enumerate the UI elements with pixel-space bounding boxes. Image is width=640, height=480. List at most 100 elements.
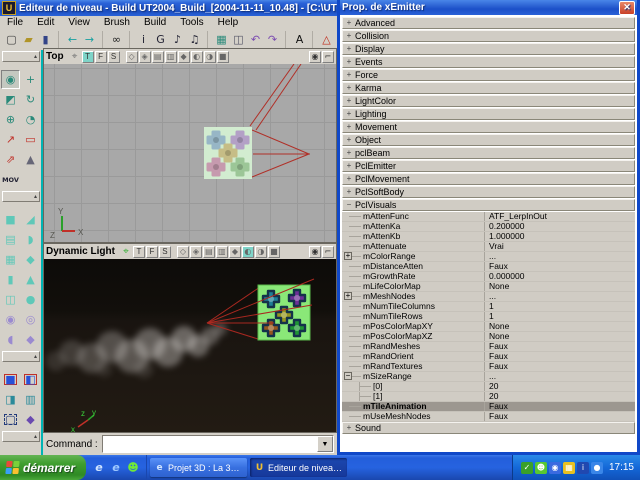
render-mode-bsp-cuts-button[interactable]: ▥ (165, 51, 177, 63)
expand-icon[interactable]: − (344, 372, 352, 380)
brush-rotate-button[interactable]: ↻ (21, 90, 40, 109)
music-browser-button[interactable]: ♪ (169, 31, 186, 48)
dynamic-light-viewport-header[interactable]: Dynamic Light⌖TFS◇◈▤▥◆◐◑■◉⌐ (44, 244, 336, 259)
search-binoculars-button[interactable]: ∞ (108, 31, 125, 48)
render-mode-bsp-cuts-button[interactable]: ▥ (216, 246, 228, 258)
undo-button[interactable]: ↶ (247, 31, 264, 48)
csg-intersect-button[interactable]: ◨ (1, 390, 20, 409)
realtime-preview-button[interactable]: ◉ (309, 246, 321, 258)
brush-stairs-button[interactable]: ▤ (1, 230, 20, 249)
menu-view[interactable]: View (61, 17, 97, 28)
render-mode-lighting-only-button[interactable]: ◑ (255, 246, 267, 258)
viewport-size-f-button[interactable]: F (146, 246, 158, 258)
category-pclbeam[interactable]: +pclBeam (342, 147, 635, 159)
property-row[interactable]: mNumTileColumns1 (342, 302, 635, 312)
matinee-button[interactable]: MOV (1, 170, 20, 189)
property-row[interactable]: mNumTileRows1 (342, 312, 635, 322)
category-lighting[interactable]: +Lighting (342, 108, 635, 120)
brush-sphere-button[interactable]: ● (21, 290, 40, 309)
back-arrow-button[interactable]: ← (64, 31, 81, 48)
render-mode-wireframe-button[interactable]: ◇ (177, 246, 189, 258)
brush-cone-button[interactable]: ▲ (21, 270, 40, 289)
property-row[interactable]: mAttenFuncATF_LerpInOut (342, 212, 635, 222)
toolbox-divider-1[interactable]: ▴ (2, 191, 40, 202)
vertex-editing-button[interactable]: + (21, 70, 40, 89)
property-row[interactable]: mAttenuateVrai (342, 242, 635, 252)
brush-cylinder-button[interactable]: ▮ (1, 270, 20, 289)
category-pclvisuals[interactable]: −PclVisuals (342, 199, 635, 211)
property-row[interactable]: mAttenKb1.000000 (342, 232, 635, 242)
render-mode-zone-portal-button[interactable]: ◈ (139, 51, 151, 63)
toolbox-scroll-down[interactable]: ▴ (2, 431, 40, 442)
property-row[interactable]: +mMeshNodes... (342, 292, 635, 302)
expand-icon[interactable]: + (344, 292, 352, 300)
category-collision[interactable]: +Collision (342, 30, 635, 42)
category-karma[interactable]: +Karma (342, 82, 635, 94)
task-button-0[interactable]: eProjet 3D : La 3D acc... (150, 458, 247, 477)
property-row[interactable]: [1]20 (342, 392, 635, 402)
menu-build[interactable]: Build (137, 17, 173, 28)
menu-help[interactable]: Help (211, 17, 246, 28)
brush-extrude-button[interactable]: ◆ (21, 330, 40, 349)
render-mode-textured-button[interactable]: ◆ (178, 51, 190, 63)
brush-curved-stairs-button[interactable]: ◗ (21, 230, 40, 249)
csg-deintersect-button[interactable]: ▥ (21, 390, 40, 409)
close-icon[interactable]: ✕ (619, 1, 635, 15)
category-lightcolor[interactable]: +LightColor (342, 95, 635, 107)
property-row[interactable]: [0]20 (342, 382, 635, 392)
render-mode-depth-complexity-button[interactable]: ■ (268, 246, 280, 258)
save-button[interactable]: ▮ (37, 31, 54, 48)
task-button-1[interactable]: UEditeur de niveau - B... (250, 458, 347, 477)
open-folder-button[interactable]: ▰ (20, 31, 37, 48)
menu-edit[interactable]: Edit (30, 17, 61, 28)
camera-mode-button[interactable]: ◉ (1, 70, 20, 89)
category-force[interactable]: +Force (342, 69, 635, 81)
property-row[interactable]: −mSizeRange... (342, 372, 635, 382)
polygon-marquee-button[interactable]: ▭ (21, 130, 40, 149)
texture-browser-button[interactable]: ▦ (213, 31, 230, 48)
brush-sheet-button[interactable]: ◆ (21, 250, 40, 269)
redo-button[interactable]: ↷ (264, 31, 281, 48)
group-browser-button[interactable]: G (152, 31, 169, 48)
texture-rotate-button[interactable]: ◔ (21, 110, 40, 129)
security-center-tray-icon[interactable]: ✓ (521, 462, 533, 474)
property-row[interactable]: mGrowthRate0.000000 (342, 272, 635, 282)
pushpin-button[interactable]: ⌐ (322, 51, 334, 63)
mesh-browser-button[interactable]: ◫ (230, 31, 247, 48)
property-row[interactable]: mUseMeshNodesFaux (342, 412, 635, 422)
property-row[interactable]: mDistanceAttenFaux (342, 262, 635, 272)
render-mode-texture-usage-button[interactable]: ▤ (152, 51, 164, 63)
actor-classes-button[interactable]: A (291, 31, 308, 48)
category-movement[interactable]: +Movement (342, 121, 635, 133)
toolbox-divider-2[interactable]: ▴ (2, 351, 40, 362)
brush-scaling-button[interactable]: ◩ (1, 90, 20, 109)
render-mode-texture-usage-button[interactable]: ▤ (203, 246, 215, 258)
brush-torus-button[interactable]: ◎ (21, 310, 40, 329)
property-row[interactable]: mRandOrientFaux (342, 352, 635, 362)
render-mode-dynamic-light-button[interactable]: ◐ (242, 246, 254, 258)
viewport-size-t-button[interactable]: T (133, 246, 145, 258)
terrain-editing-button[interactable]: ▲ (21, 150, 40, 169)
new-file-button[interactable]: ▢ (3, 31, 20, 48)
category-display[interactable]: +Display (342, 43, 635, 55)
property-row[interactable]: mRandTexturesFaux (342, 362, 635, 372)
properties-title-bar[interactable]: Prop. de xEmitter ✕ (340, 0, 637, 15)
property-row[interactable]: mPosColorMapXYNone (342, 322, 635, 332)
render-mode-depth-complexity-button[interactable]: ■ (217, 51, 229, 63)
csg-subtract-button[interactable]: ◧ (21, 370, 40, 389)
category-pclsoftbody[interactable]: +PclSoftBody (342, 186, 635, 198)
command-input[interactable] (103, 438, 317, 450)
viewport-size-t-button[interactable]: T (82, 51, 94, 63)
property-row[interactable]: mRandMeshesFaux (342, 342, 635, 352)
render-mode-lighting-only-button[interactable]: ◑ (204, 51, 216, 63)
brush-volumetric-button[interactable]: ◫ (1, 290, 20, 309)
property-row[interactable]: mTileAnimationFaux (342, 402, 635, 412)
graphics-utility-tray-icon[interactable]: ▦ (563, 462, 575, 474)
network-tray-icon[interactable]: ● (591, 462, 603, 474)
viewport-size-f-button[interactable]: F (95, 51, 107, 63)
forward-arrow-button[interactable]: → (81, 31, 98, 48)
viewport-size-s-button[interactable]: S (108, 51, 120, 63)
viewport-size-s-button[interactable]: S (159, 246, 171, 258)
sound-browser-button[interactable]: ♫ (186, 31, 203, 48)
dynamic-light-viewport-canvas[interactable]: yzx (44, 259, 336, 432)
